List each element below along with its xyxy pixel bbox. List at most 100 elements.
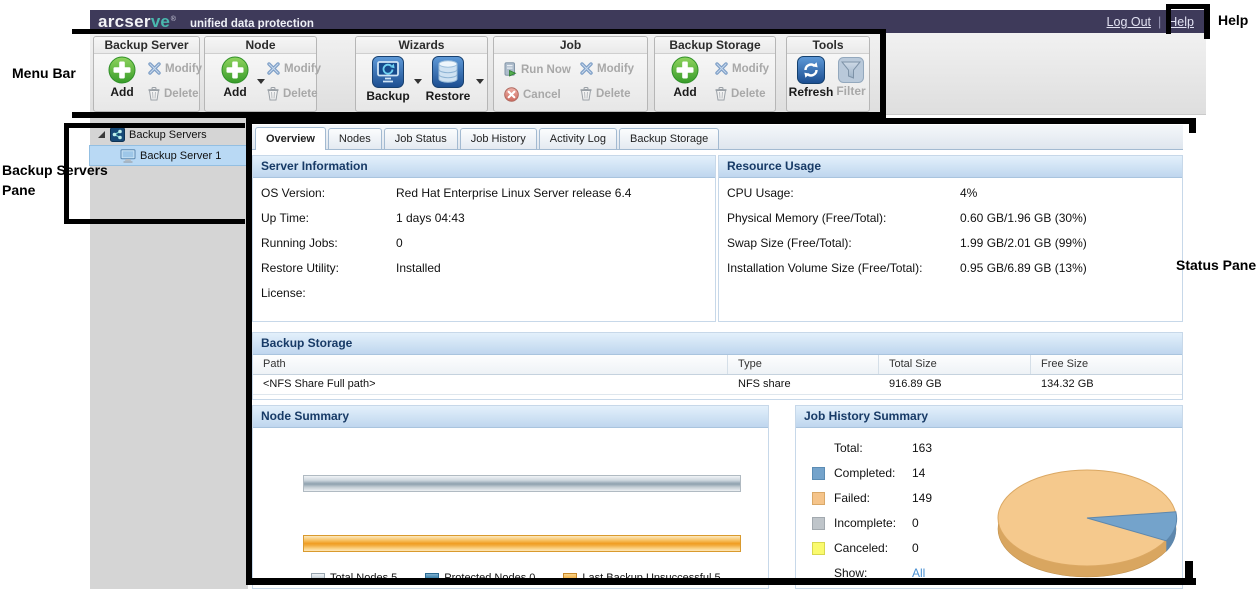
annotation-menu-bar-label: Menu Bar [12,65,76,81]
panel-title: Node Summary [253,406,768,428]
backup-wizard-icon [372,56,404,88]
job-history-summary-panel: Job History Summary Total:163 Completed:… [795,405,1183,589]
annotation-status-bottom-line [246,578,1196,585]
tab-activity-log[interactable]: Activity Log [539,128,617,149]
annotation-tree-top-line [64,123,245,128]
jh-total-row: Total:163 [812,440,932,456]
tab-job-status[interactable]: Job Status [384,128,458,149]
storage-table-row[interactable]: <NFS Share Full path> NFS share 916.89 G… [253,375,1182,395]
backup-server-modify-button[interactable]: Modify [148,62,202,75]
failed-swatch [812,492,825,505]
incomplete-swatch [812,517,825,530]
jh-canceled-row: Canceled:0 [812,540,919,556]
storage-add-button[interactable]: Add [667,56,703,99]
info-row: Running Jobs:0 [261,236,707,261]
storage-table-header: Path Type Total Size Free Size [253,355,1182,375]
job-cancel-button[interactable]: Cancel [504,87,561,102]
job-modify-button[interactable]: Modify [580,62,634,75]
trash-icon [580,87,592,101]
tab-job-history[interactable]: Job History [460,128,537,149]
info-row: Restore Utility:Installed [261,261,707,286]
column-header-path[interactable]: Path [253,355,728,374]
modify-icon [148,62,161,75]
refresh-icon [797,56,825,84]
filter-button[interactable]: Filter [834,57,868,98]
restore-wizard-button[interactable]: Restore [424,56,472,103]
annotation-help-left-line [1166,4,1171,34]
annotation-status-top-line [246,118,1196,124]
annotation-backup-servers-pane-label: Backup Servers Pane [2,160,108,200]
jh-failed-row: Failed:149 [812,490,932,506]
annotation-status-top-right-tick [1189,118,1196,133]
tab-overview[interactable]: Overview [255,127,326,150]
annotation-tree-bottom-line [64,219,245,224]
backup-wizard-button[interactable]: Backup [364,56,412,103]
menu-bar: Backup Server Add Modify [90,33,1206,115]
job-history-pie-chart [994,466,1182,589]
canceled-swatch [812,542,825,555]
last-backup-unsuccessful-bar [303,535,741,552]
refresh-button[interactable]: Refresh [790,56,832,99]
annotation-help-label: Help [1218,12,1248,28]
jh-completed-row: Completed:14 [812,465,925,481]
status-pane-tabs: Overview Nodes Job Status Job History Ac… [252,125,1183,150]
backup-dropdown-icon[interactable] [414,79,422,84]
group-title: Job [494,37,647,54]
add-icon [221,56,249,84]
add-icon [671,56,699,84]
annotation-menu-bar-right-line [880,29,886,117]
completed-swatch [812,467,825,480]
node-add-dropdown-icon[interactable] [257,79,265,84]
group-title: Wizards [356,37,487,54]
run-now-icon [504,62,517,77]
panel-title: Server Information [253,156,715,178]
group-node: Node Add Modify [204,36,317,112]
info-row: OS Version:Red Hat Enterprise Linux Serv… [261,186,707,211]
panel-title: Job History Summary [796,406,1182,428]
trash-icon [267,87,279,101]
storage-delete-button[interactable]: Delete [715,87,766,101]
trash-icon [148,87,160,101]
storage-modify-button[interactable]: Modify [715,62,769,75]
node-delete-button[interactable]: Delete [267,87,318,101]
restore-dropdown-icon[interactable] [476,79,484,84]
group-job: Job Run Now Modify [493,36,648,112]
group-tools: Tools Refresh Filter [786,36,870,112]
column-header-type[interactable]: Type [728,355,879,374]
backup-server-delete-button[interactable]: Delete [148,87,199,101]
tab-nodes[interactable]: Nodes [328,128,382,149]
product-name: unified data protection [190,18,314,30]
total-nodes-bar [303,475,741,492]
tree-node-backup-servers[interactable]: Backup Servers [90,115,248,144]
info-row: Installation Volume Size (Free/Total):0.… [727,261,1174,286]
link-separator: | [1158,15,1161,29]
info-row: Up Time:1 days 04:43 [261,211,707,236]
panel-title: Backup Storage [253,333,1182,355]
job-delete-button[interactable]: Delete [580,87,631,101]
group-backup-server: Backup Server Add Modify [93,36,200,112]
annotation-status-pane-label: Status Pane [1176,257,1256,273]
backup-server-add-button[interactable]: Add [104,56,140,99]
tree-node-backup-server-1[interactable]: Backup Server 1 [90,146,248,165]
trash-icon [715,87,727,101]
tab-backup-storage[interactable]: Backup Storage [619,128,719,149]
annotation-status-left-line [246,118,252,585]
node-add-button[interactable]: Add [217,56,253,99]
job-run-now-button[interactable]: Run Now [504,62,571,77]
panel-title: Resource Usage [719,156,1182,178]
column-header-free-size[interactable]: Free Size [1031,355,1182,374]
group-wizards: Wizards Backup Restore [355,36,488,112]
filter-icon [838,57,864,83]
logo-registered-mark: ® [171,16,176,23]
server-monitor-icon [120,149,136,163]
group-backup-storage: Backup Storage Add Modify [654,36,776,112]
node-modify-button[interactable]: Modify [267,62,321,75]
tree-child-label: Backup Server 1 [140,150,221,162]
tree-root-label: Backup Servers [129,129,207,141]
help-link[interactable]: Help [1168,15,1194,29]
modify-icon [267,62,280,75]
column-header-total-size[interactable]: Total Size [879,355,1031,374]
page: arcserve® unified data protection Log Ou… [0,0,1260,589]
tree-expander-icon[interactable] [98,131,105,138]
log-out-link[interactable]: Log Out [1107,15,1151,29]
